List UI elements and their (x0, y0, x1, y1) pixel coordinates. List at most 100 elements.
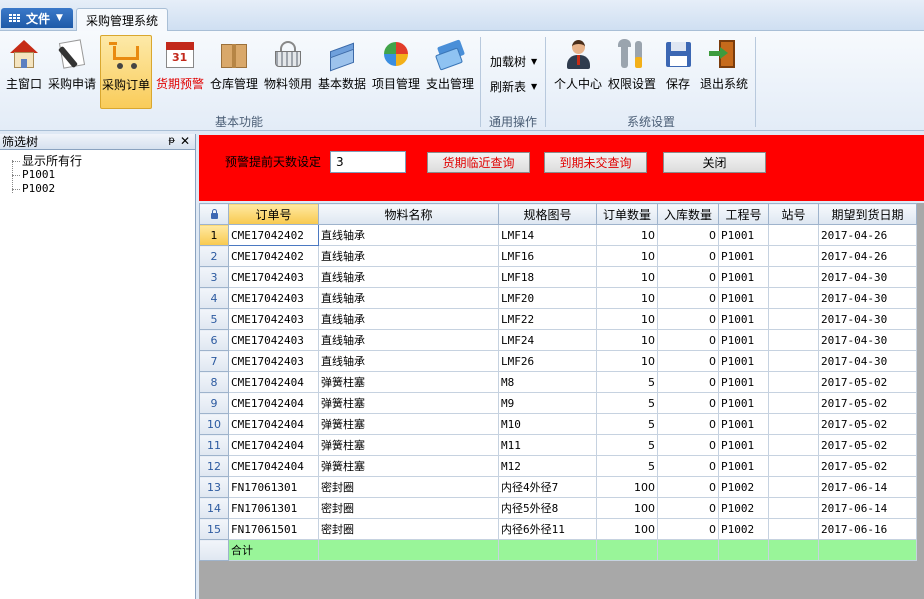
cell-material-name[interactable]: 弹簧柱塞 (318, 392, 499, 414)
cell-station-no[interactable] (768, 350, 819, 372)
cell-material-name[interactable]: 直线轴承 (318, 245, 499, 267)
row-number[interactable]: 14 (199, 497, 229, 519)
cell-received-qty[interactable]: 0 (657, 329, 719, 351)
cell-received-qty[interactable]: 0 (657, 476, 719, 498)
cell-expected-date[interactable]: 2017-06-14 (818, 497, 917, 519)
table-row[interactable]: 6 CME17042403 直线轴承 LMF24 10 0 P1001 2017-04-30 (199, 329, 917, 351)
row-number[interactable]: 11 (199, 434, 229, 456)
cell-station-no[interactable] (768, 434, 819, 456)
cell-station-no[interactable] (768, 476, 819, 498)
table-row[interactable]: 12 CME17042404 弹簧柱塞 M12 5 0 P1001 2017-05-02 (199, 455, 917, 477)
cell-spec[interactable]: LMF24 (498, 329, 597, 351)
cell-order-no[interactable]: FN17061301 (228, 497, 319, 519)
cell-station-no[interactable] (768, 308, 819, 330)
cell-order-no[interactable]: CME17042404 (228, 413, 319, 435)
cell-project-no[interactable]: P1001 (718, 434, 769, 456)
cell-material-name[interactable]: 直线轴承 (318, 287, 499, 309)
cell-received-qty[interactable]: 0 (657, 245, 719, 267)
column-header-project-no[interactable]: 工程号 (718, 203, 769, 225)
cell-received-qty[interactable]: 0 (657, 371, 719, 393)
cell-expected-date[interactable]: 2017-05-02 (818, 413, 917, 435)
cell-station-no[interactable] (768, 392, 819, 414)
cell-material-name[interactable]: 弹簧柱塞 (318, 434, 499, 456)
save-button[interactable]: 保存 (660, 35, 696, 109)
cell-spec[interactable]: LMF20 (498, 287, 597, 309)
cell-order-qty[interactable]: 10 (596, 329, 658, 351)
cell-received-qty[interactable]: 0 (657, 434, 719, 456)
row-number[interactable]: 13 (199, 476, 229, 498)
table-row[interactable]: 9 CME17042404 弹簧柱塞 M9 5 0 P1001 2017-05-02 (199, 392, 917, 414)
cell-spec[interactable]: M12 (498, 455, 597, 477)
cell-expected-date[interactable]: 2017-04-26 (818, 224, 917, 246)
row-number[interactable]: 2 (199, 245, 229, 267)
cell-material-name[interactable]: 直线轴承 (318, 266, 499, 288)
main-window-button[interactable]: 主窗口 (4, 35, 44, 109)
material-use-button[interactable]: 物料领用 (262, 35, 314, 109)
cell-order-qty[interactable]: 5 (596, 434, 658, 456)
purchase-request-button[interactable]: 采购申请 (46, 35, 98, 109)
cell-order-no[interactable]: CME17042403 (228, 287, 319, 309)
cell-material-name[interactable]: 直线轴承 (318, 350, 499, 372)
delivery-warning-button[interactable]: 31 货期预警 (154, 35, 206, 109)
cell-spec[interactable]: 内径5外径8 (498, 497, 597, 519)
cell-station-no[interactable] (768, 497, 819, 519)
cell-project-no[interactable]: P1002 (718, 497, 769, 519)
column-header-order-qty[interactable]: 订单数量 (596, 203, 658, 225)
cell-received-qty[interactable]: 0 (657, 224, 719, 246)
cell-project-no[interactable]: P1001 (718, 455, 769, 477)
near-due-query-button[interactable]: 货期临近查询 (427, 152, 530, 173)
table-row[interactable]: 13 FN17061301 密封圈 内径4外径7 100 0 P1002 2017-06-14 (199, 476, 917, 498)
close-icon[interactable]: ✕ (180, 134, 190, 148)
cell-project-no[interactable]: P1001 (718, 350, 769, 372)
cell-order-qty[interactable]: 5 (596, 413, 658, 435)
cell-station-no[interactable] (768, 287, 819, 309)
column-header-spec[interactable]: 规格图号 (498, 203, 597, 225)
pin-icon[interactable]: ᵽ (168, 135, 175, 146)
cell-order-qty[interactable]: 10 (596, 245, 658, 267)
project-management-button[interactable]: 项目管理 (370, 35, 422, 109)
cell-spec[interactable]: LMF18 (498, 266, 597, 288)
cell-received-qty[interactable]: 0 (657, 497, 719, 519)
cell-spec[interactable]: M9 (498, 392, 597, 414)
cell-expected-date[interactable]: 2017-05-02 (818, 455, 917, 477)
cell-project-no[interactable]: P1001 (718, 266, 769, 288)
cell-received-qty[interactable]: 0 (657, 392, 719, 414)
cell-order-no[interactable]: CME17042402 (228, 245, 319, 267)
warning-days-input[interactable]: 3 (330, 151, 406, 173)
cell-order-qty[interactable]: 5 (596, 392, 658, 414)
cell-project-no[interactable]: P1001 (718, 224, 769, 246)
cell-order-no[interactable]: CME17042403 (228, 350, 319, 372)
table-row[interactable]: 15 FN17061501 密封圈 内径6外径11 100 0 P1002 2017-06-1… (199, 518, 917, 540)
cell-order-no[interactable]: CME17042404 (228, 455, 319, 477)
cell-spec[interactable]: 内径4外径7 (498, 476, 597, 498)
cell-material-name[interactable]: 直线轴承 (318, 224, 499, 246)
cell-spec[interactable]: LMF26 (498, 350, 597, 372)
row-number[interactable]: 8 (199, 371, 229, 393)
row-number[interactable]: 9 (199, 392, 229, 414)
row-number[interactable]: 5 (199, 308, 229, 330)
tree-item-p1001[interactable]: P1001 (0, 168, 195, 182)
purchase-order-button[interactable]: 采购订单 (100, 35, 152, 109)
cell-expected-date[interactable]: 2017-04-30 (818, 287, 917, 309)
cell-project-no[interactable]: P1001 (718, 371, 769, 393)
cell-project-no[interactable]: P1001 (718, 392, 769, 414)
exit-system-button[interactable]: 退出系统 (698, 35, 750, 109)
cell-order-qty[interactable]: 10 (596, 224, 658, 246)
cell-expected-date[interactable]: 2017-04-26 (818, 245, 917, 267)
cell-project-no[interactable]: P1001 (718, 245, 769, 267)
table-row[interactable]: 11 CME17042404 弹簧柱塞 M11 5 0 P1001 2017-05-02 (199, 434, 917, 456)
table-row[interactable]: 1 CME17042402 直线轴承 LMF14 10 0 P1001 2017-04-26 (199, 224, 917, 246)
column-header-order-no[interactable]: 订单号 (228, 203, 319, 225)
cell-order-no[interactable]: CME17042403 (228, 266, 319, 288)
cell-station-no[interactable] (768, 329, 819, 351)
row-number[interactable]: 10 (199, 413, 229, 435)
cell-order-no[interactable]: CME17042404 (228, 371, 319, 393)
cell-received-qty[interactable]: 0 (657, 350, 719, 372)
cell-order-qty[interactable]: 100 (596, 497, 658, 519)
tab-purchase-system[interactable]: 采购管理系统 (76, 8, 168, 32)
row-number[interactable]: 4 (199, 287, 229, 309)
cell-material-name[interactable]: 弹簧柱塞 (318, 371, 499, 393)
cell-spec[interactable]: M8 (498, 371, 597, 393)
table-row[interactable]: 8 CME17042404 弹簧柱塞 M8 5 0 P1001 2017-05-02 (199, 371, 917, 393)
table-row[interactable]: 4 CME17042403 直线轴承 LMF20 10 0 P1001 2017-04-30 (199, 287, 917, 309)
